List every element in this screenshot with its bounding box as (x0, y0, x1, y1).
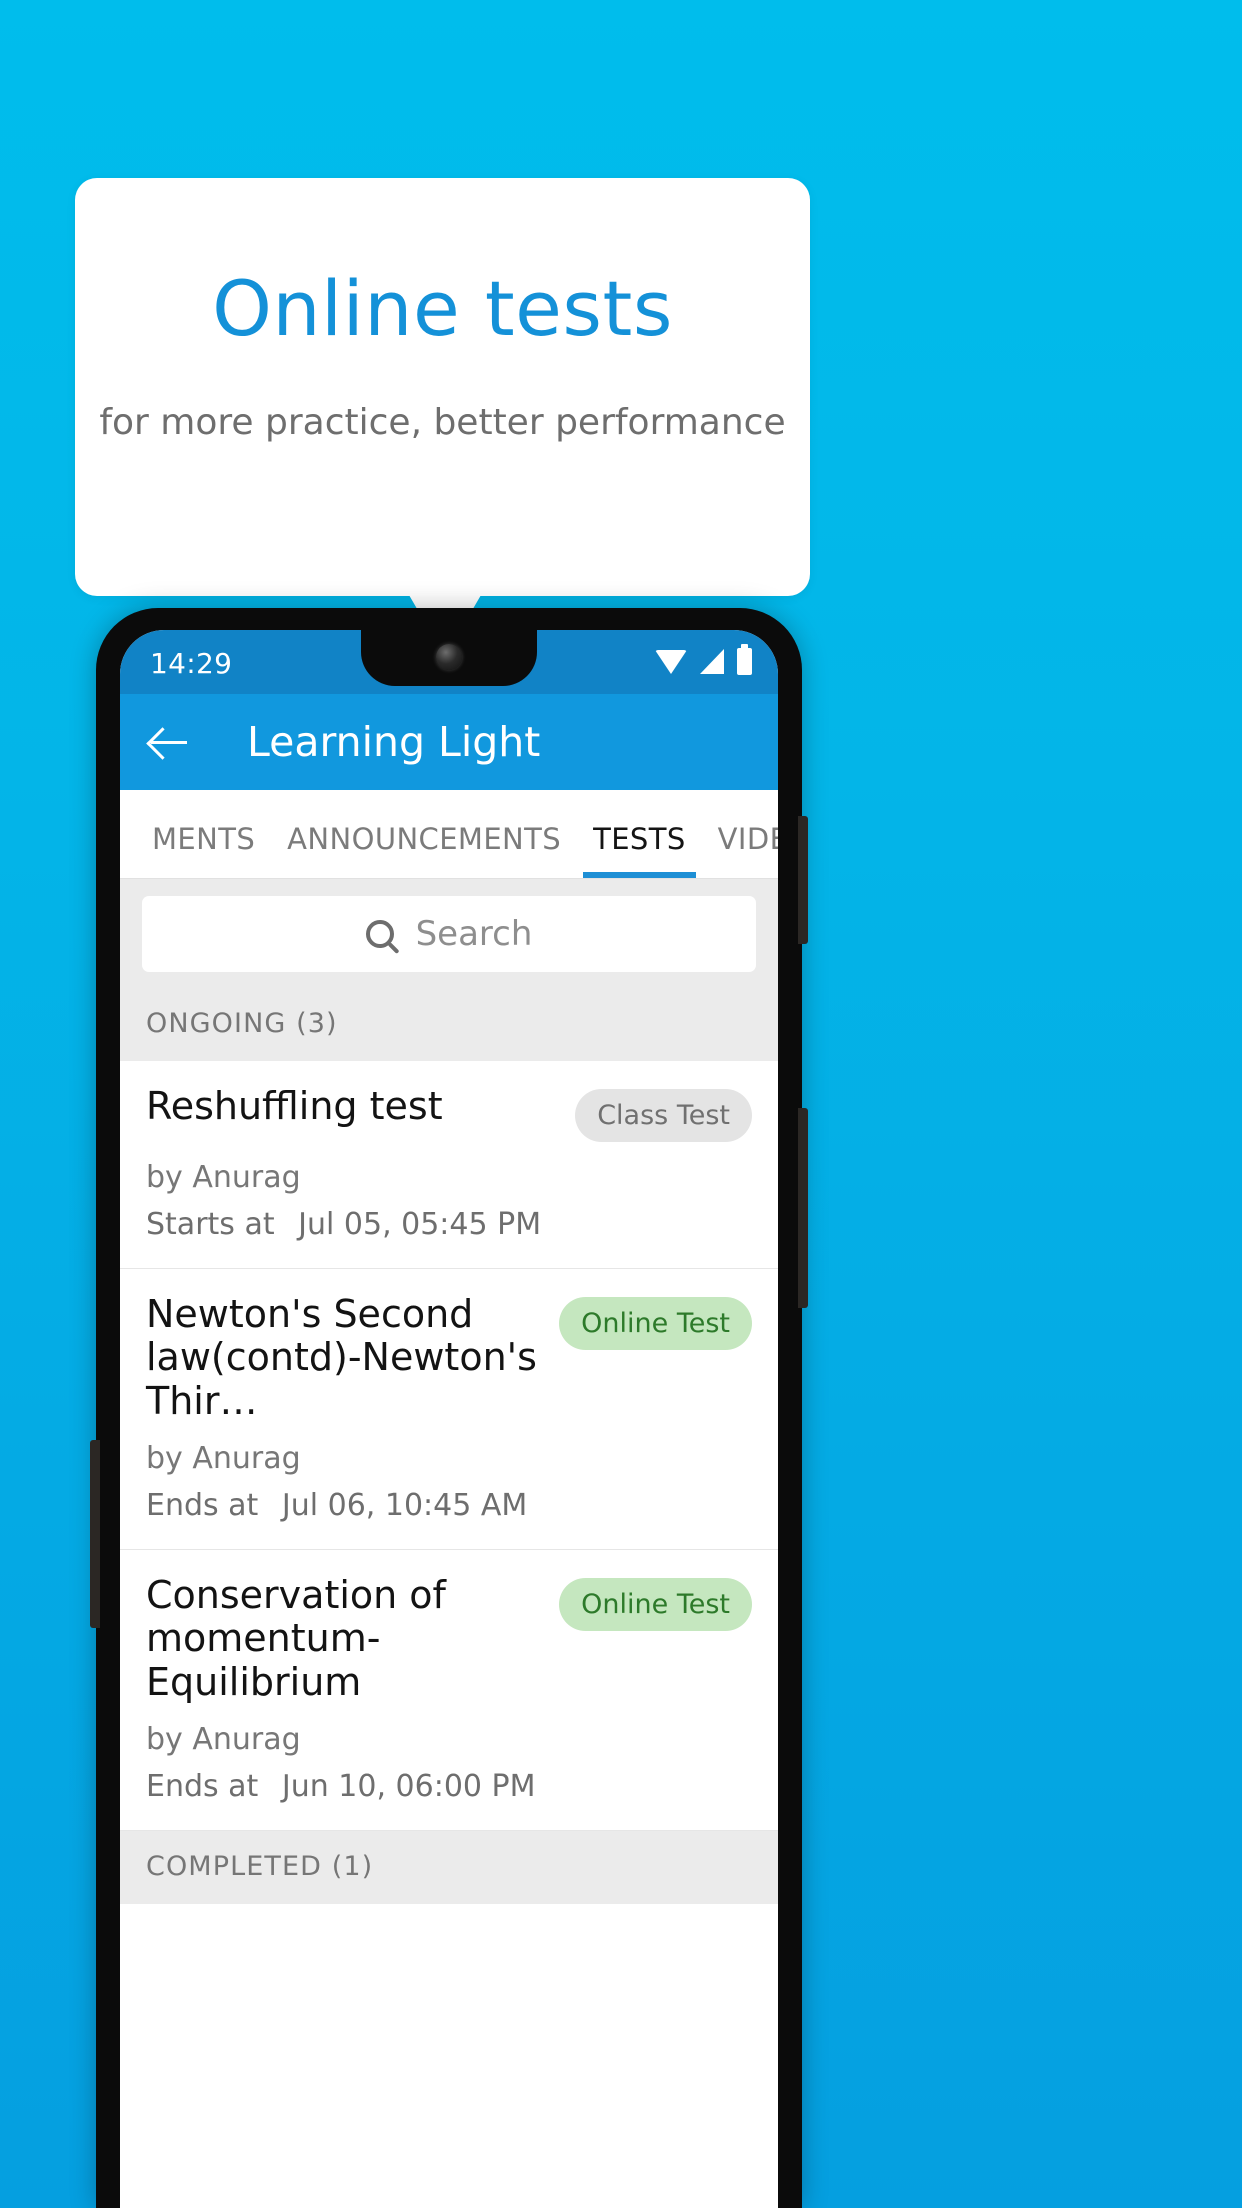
test-title: Conservation of momentum-Equilibrium (146, 1572, 446, 1704)
tab-bar: MENTS ANNOUNCEMENTS TESTS VIDEOS (120, 790, 778, 878)
test-item-header: Reshuffling test Class Test (146, 1084, 752, 1142)
search-placeholder: Search (415, 914, 533, 954)
test-list-item[interactable]: Conservation of momentum-Equilibrium Onl… (120, 1549, 778, 1831)
phone-right-button-upper[interactable] (798, 816, 808, 944)
test-schedule: Ends at Jun 10, 06:00 PM (146, 1769, 752, 1804)
app-bar: Learning Light (120, 694, 778, 790)
tab-announcements[interactable]: ANNOUNCEMENTS (271, 822, 577, 878)
promo-title: Online tests (212, 264, 673, 353)
promo-subtitle: for more practice, better performance (99, 402, 786, 443)
test-schedule: Starts at Jul 05, 05:45 PM (146, 1207, 752, 1242)
phone-screen: 14:29 Learning Light MENTS ANNOUNCEMENTS (120, 630, 778, 2208)
section-header-completed: COMPLETED (1) (120, 1830, 778, 1904)
search-input[interactable]: Search (142, 896, 756, 972)
back-arrow-icon[interactable] (146, 719, 192, 765)
test-title: Newton's Second law(contd)-Newton's Thir… (146, 1292, 537, 1423)
tab-assignments[interactable]: MENTS (136, 822, 271, 878)
phone-right-button-lower[interactable] (798, 1108, 808, 1308)
test-author: by Anurag (146, 1440, 301, 1476)
search-area: Search (120, 878, 778, 988)
test-item-header: Conservation of momentum-Equilibrium Onl… (146, 1572, 752, 1704)
signal-icon (700, 649, 724, 674)
phone-left-button[interactable] (90, 1440, 100, 1628)
test-schedule-value: Jul 05, 05:45 PM (298, 1207, 542, 1242)
display-notch (361, 630, 537, 686)
test-schedule-label: Ends at (146, 1768, 259, 1804)
battery-icon (737, 644, 752, 675)
status-bar: 14:29 (120, 630, 778, 694)
status-bar-clock: 14:29 (150, 647, 233, 680)
phone-device-frame: 14:29 Learning Light MENTS ANNOUNCEMENTS (90, 608, 808, 2208)
tab-tests[interactable]: TESTS (577, 822, 702, 878)
app-bar-title: Learning Light (247, 718, 541, 766)
test-list-item[interactable]: Reshuffling test Class Test by Anurag St… (120, 1061, 778, 1269)
status-badge: Online Test (559, 1577, 752, 1631)
test-schedule-value: Jul 06, 10:45 AM (281, 1487, 528, 1523)
test-schedule-label: Starts at (146, 1207, 275, 1242)
test-list-item[interactable]: Newton's Second law(contd)-Newton's Thir… (120, 1269, 778, 1550)
test-author: by Anurag (146, 1160, 301, 1195)
wifi-icon (655, 649, 687, 674)
section-header-ongoing: ONGOING (3) (120, 988, 778, 1061)
promo-card: Online tests for more practice, better p… (75, 178, 810, 596)
status-badge: Class Test (575, 1089, 752, 1142)
search-icon (365, 920, 394, 948)
test-schedule: Ends at Jul 06, 10:45 AM (146, 1488, 752, 1523)
front-camera-icon (436, 644, 462, 670)
test-schedule-label: Ends at (146, 1487, 259, 1523)
test-item-header: Newton's Second law(contd)-Newton's Thir… (146, 1292, 752, 1423)
test-title: Reshuffling test (146, 1084, 443, 1128)
test-schedule-value: Jun 10, 06:00 PM (281, 1768, 536, 1804)
status-badge: Online Test (559, 1297, 752, 1350)
tab-videos[interactable]: VIDEOS (702, 822, 778, 878)
promo-screenshot: Online tests for more practice, better p… (0, 0, 1242, 2208)
status-bar-icons (655, 644, 752, 675)
test-author: by Anurag (146, 1721, 301, 1757)
